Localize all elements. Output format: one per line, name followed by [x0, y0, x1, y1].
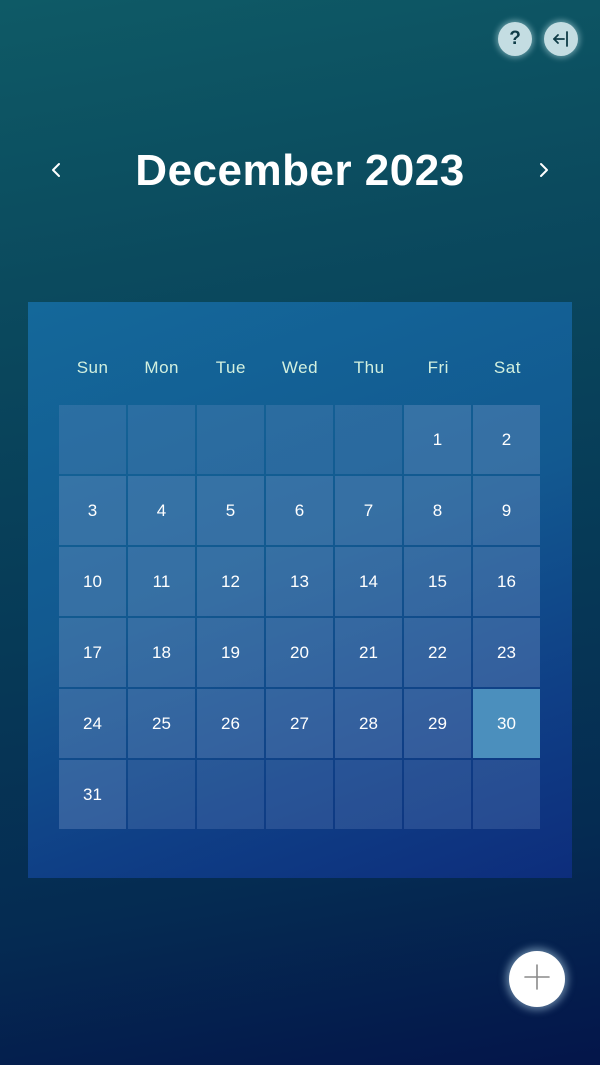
calendar-panel: Sun Mon Tue Wed Thu Fri Sat 1 2 3 4 5 6 … [28, 302, 572, 878]
day-cell[interactable]: 24 [59, 689, 126, 758]
day-cell[interactable]: 10 [59, 547, 126, 616]
day-cell[interactable]: 12 [197, 547, 264, 616]
day-cell[interactable]: 13 [266, 547, 333, 616]
empty-day-cell [335, 405, 402, 474]
day-cell[interactable]: 8 [404, 476, 471, 545]
help-icon: ? [509, 28, 521, 49]
day-cell[interactable]: 28 [335, 689, 402, 758]
weekday-label: Fri [427, 358, 449, 377]
day-cell[interactable]: 23 [473, 618, 540, 687]
day-cell[interactable]: 6 [266, 476, 333, 545]
add-event-button[interactable] [509, 951, 565, 1007]
empty-day-cell [59, 405, 126, 474]
empty-day-cell [266, 760, 333, 829]
selected-day-cell[interactable]: 30 [473, 689, 540, 758]
chevron-right-icon [538, 161, 550, 184]
day-cell[interactable]: 9 [473, 476, 540, 545]
day-cell[interactable]: 21 [335, 618, 402, 687]
weekday-header-row: Sun Mon Tue Wed Thu Fri Sat [59, 358, 541, 378]
day-cell[interactable]: 17 [59, 618, 126, 687]
month-header: December 2023 [0, 140, 600, 204]
empty-day-cell [404, 760, 471, 829]
empty-day-cell [197, 405, 264, 474]
weekday-label: Thu [353, 358, 385, 377]
plus-icon [523, 963, 551, 996]
day-cell[interactable]: 26 [197, 689, 264, 758]
day-cell[interactable]: 7 [335, 476, 402, 545]
month-title: December 2023 [135, 146, 465, 195]
day-cell[interactable]: 20 [266, 618, 333, 687]
day-cell[interactable]: 11 [128, 547, 195, 616]
day-cell[interactable]: 15 [404, 547, 471, 616]
day-cell[interactable]: 29 [404, 689, 471, 758]
weekday-label: Sun [76, 358, 109, 377]
day-cell[interactable]: 27 [266, 689, 333, 758]
empty-day-cell [128, 760, 195, 829]
empty-day-cell [197, 760, 264, 829]
day-cell[interactable]: 2 [473, 405, 540, 474]
empty-day-cell [335, 760, 402, 829]
day-cell[interactable]: 14 [335, 547, 402, 616]
day-cell[interactable]: 31 [59, 760, 126, 829]
day-cell[interactable]: 18 [128, 618, 195, 687]
logout-button[interactable] [544, 22, 578, 56]
day-cell[interactable]: 3 [59, 476, 126, 545]
help-button[interactable]: ? [498, 22, 532, 56]
empty-day-cell [266, 405, 333, 474]
top-actions: ? [498, 22, 578, 56]
day-cell[interactable]: 19 [197, 618, 264, 687]
weekday-label: Sat [493, 358, 521, 377]
weekday-label: Mon [144, 358, 179, 377]
day-grid: 1 2 3 4 5 6 7 8 9 10 11 12 13 14 15 16 1… [59, 405, 541, 829]
logout-icon [552, 30, 570, 48]
day-cell[interactable]: 5 [197, 476, 264, 545]
day-cell[interactable]: 4 [128, 476, 195, 545]
empty-day-cell [473, 760, 540, 829]
weekday-label: Wed [281, 358, 319, 377]
day-cell[interactable]: 1 [404, 405, 471, 474]
empty-day-cell [128, 405, 195, 474]
day-cell[interactable]: 25 [128, 689, 195, 758]
day-cell[interactable]: 16 [473, 547, 540, 616]
day-cell[interactable]: 22 [404, 618, 471, 687]
weekday-label: Tue [215, 358, 246, 377]
next-month-button[interactable] [528, 154, 560, 190]
